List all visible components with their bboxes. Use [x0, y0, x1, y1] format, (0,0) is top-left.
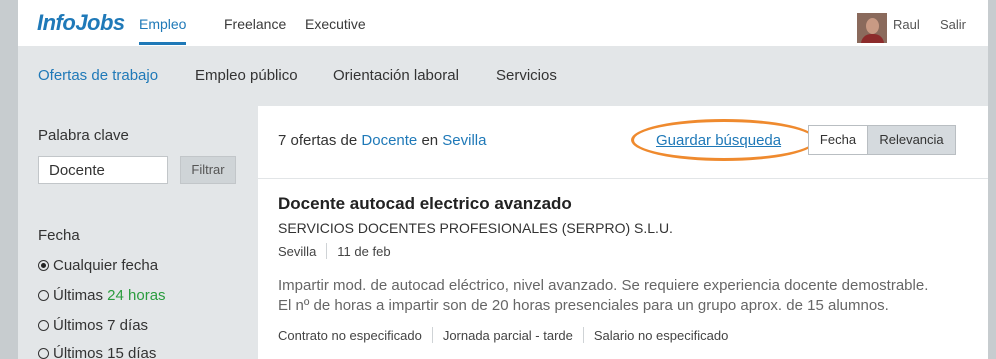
- active-tab-indicator: [139, 42, 186, 45]
- job-contract: Contrato no especificado: [278, 328, 422, 343]
- job-salary: Salario no especificado: [593, 328, 729, 343]
- nav-empleo[interactable]: Empleo: [139, 16, 186, 32]
- date-option-label: Cualquier fecha: [53, 257, 159, 274]
- subnav-ofertas[interactable]: Ofertas de trabajo: [38, 67, 158, 84]
- job-title-link[interactable]: Docente autocad electrico avanzado: [278, 194, 572, 214]
- top-header: InfoJobs Empleo Freelance Executive Raul…: [18, 0, 988, 46]
- date-option-7d[interactable]: Últimos 7 días: [38, 317, 148, 334]
- filter-sidebar: Palabra clave Filtrar Fecha Cualquier fe…: [18, 106, 258, 359]
- company-name-link[interactable]: SERVICIOS DOCENTES PROFESIONALES (SERPRO…: [278, 220, 673, 236]
- radio-icon[interactable]: [38, 290, 49, 301]
- infojobs-logo[interactable]: InfoJobs: [37, 10, 125, 36]
- nav-executive[interactable]: Executive: [305, 16, 366, 32]
- meta-divider: [326, 243, 328, 259]
- avatar-head: [866, 18, 879, 34]
- date-option-label: Últimas: [53, 287, 108, 304]
- results-in-text: en: [421, 132, 439, 149]
- results-panel: 7 ofertas de Docente en Sevilla Guardar …: [258, 106, 988, 359]
- filter-button[interactable]: Filtrar: [180, 156, 236, 184]
- radio-icon[interactable]: [38, 348, 49, 359]
- keyword-label: Palabra clave: [38, 127, 129, 144]
- results-keyword-link[interactable]: Docente: [361, 132, 417, 149]
- job-description-line: El nº de horas a impartir son de 20 hora…: [278, 297, 889, 314]
- user-avatar[interactable]: [857, 13, 887, 43]
- date-option-highlight: 24 horas: [107, 287, 166, 304]
- job-description-line: Impartir mod. de autocad eléctrico, nive…: [278, 277, 929, 294]
- save-search-link[interactable]: Guardar búsqueda: [656, 132, 781, 149]
- nav-freelance[interactable]: Freelance: [224, 16, 286, 32]
- results-summary: 7 ofertas de Docente en Sevilla: [278, 132, 486, 149]
- user-name-link[interactable]: Raul: [893, 17, 920, 32]
- keyword-input[interactable]: [38, 156, 168, 184]
- date-option-any[interactable]: Cualquier fecha: [38, 257, 158, 274]
- tag-divider: [582, 327, 584, 343]
- sort-by-date-button[interactable]: Fecha: [808, 125, 868, 155]
- radio-icon[interactable]: [38, 320, 49, 331]
- date-option-15d[interactable]: Últimos 15 días: [38, 345, 156, 359]
- date-option-24h[interactable]: Últimas 24 horas: [38, 287, 166, 304]
- job-meta: Sevilla 11 de feb: [278, 243, 391, 259]
- results-location-link[interactable]: Sevilla: [442, 132, 486, 149]
- divider: [258, 178, 988, 179]
- date-option-label: Últimos 15 días: [53, 345, 157, 359]
- job-date: 11 de feb: [337, 244, 391, 259]
- sort-by-relevance-button[interactable]: Relevancia: [867, 125, 956, 155]
- date-filter-label: Fecha: [38, 227, 80, 244]
- app-window: InfoJobs Empleo Freelance Executive Raul…: [18, 0, 988, 359]
- tag-divider: [431, 327, 433, 343]
- avatar-body: [861, 34, 884, 43]
- job-city: Sevilla: [278, 244, 317, 259]
- logout-link[interactable]: Salir: [940, 17, 966, 32]
- job-description: Impartir mod. de autocad eléctrico, nive…: [278, 276, 978, 316]
- date-option-label: Últimos 7 días: [53, 317, 149, 334]
- subnav-empleo-publico[interactable]: Empleo público: [195, 67, 298, 84]
- job-workday: Jornada parcial - tarde: [442, 328, 573, 343]
- subnav-servicios[interactable]: Servicios: [496, 67, 557, 84]
- radio-selected-icon[interactable]: [38, 260, 49, 271]
- job-conditions: Contrato no especificado Jornada parcial …: [278, 327, 728, 343]
- sub-nav: Ofertas de trabajo Empleo público Orient…: [18, 46, 988, 106]
- subnav-orientacion[interactable]: Orientación laboral: [333, 67, 459, 84]
- results-count: 7 ofertas de: [278, 132, 358, 149]
